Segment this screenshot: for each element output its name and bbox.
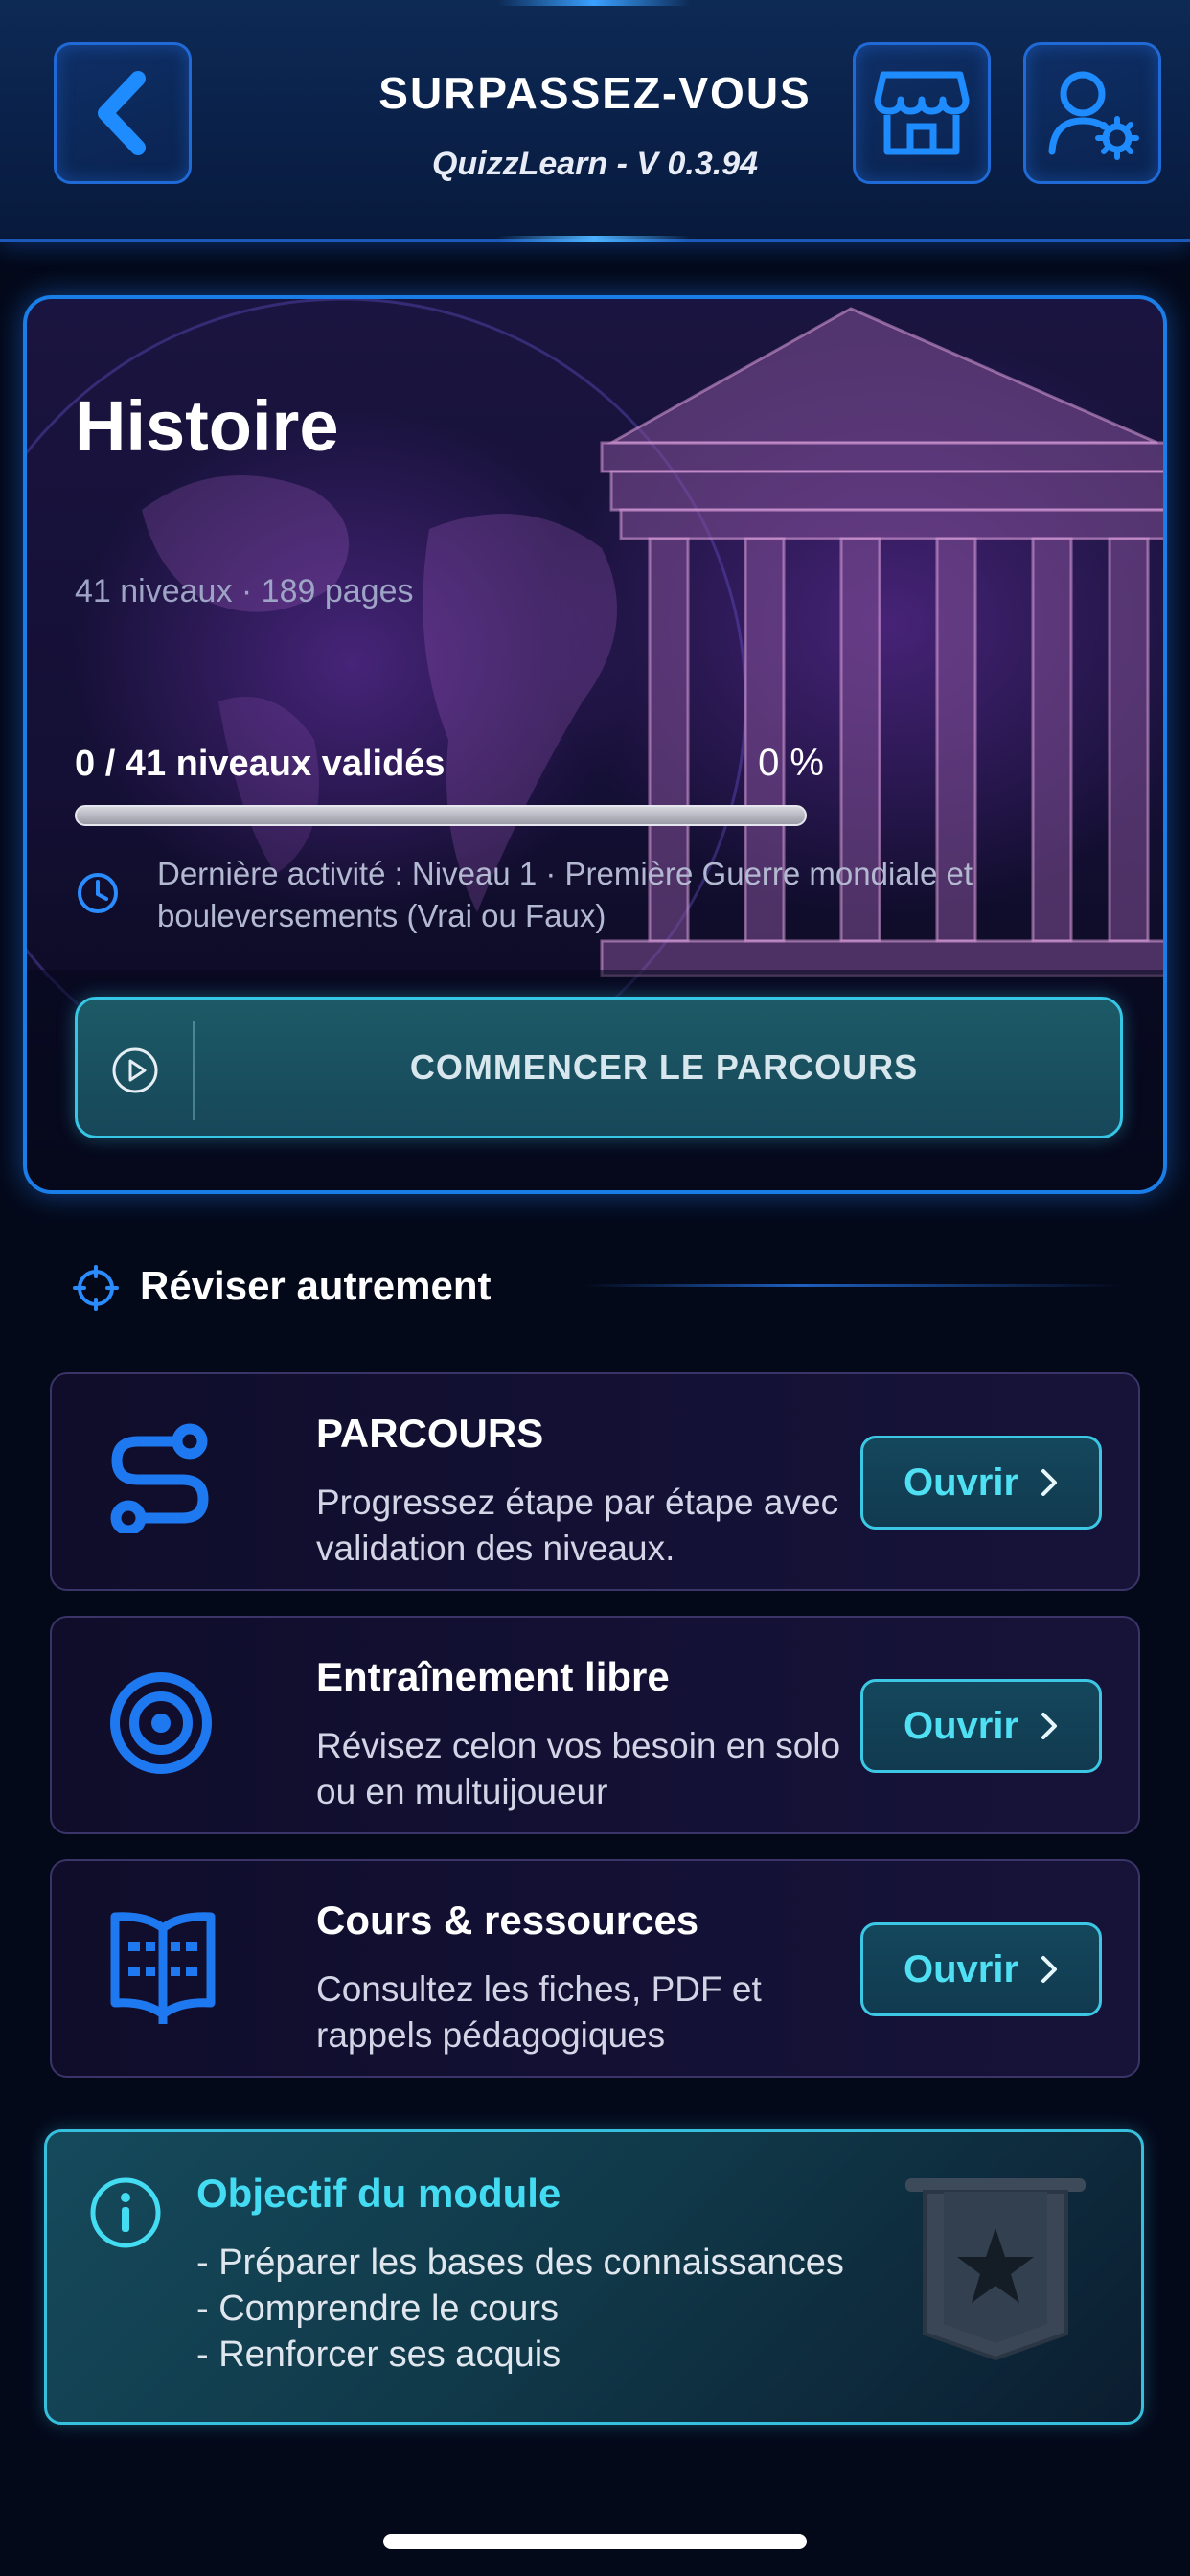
open-button-label: Ouvrir [903, 1704, 1019, 1747]
subject-title: Histoire [75, 386, 339, 466]
progress-bar [75, 805, 807, 826]
feature-row-resources: Cours & ressources Consultez les fiches,… [50, 1859, 1140, 2078]
profile-settings-button[interactable] [1023, 42, 1161, 184]
objective-title: Objectif du module [196, 2171, 561, 2216]
user-settings-icon [1048, 71, 1139, 160]
progress-percent: 0 % [758, 742, 824, 784]
back-button[interactable] [54, 42, 192, 184]
feature-row-parcours: PARCOURS Progressez étape par étape avec… [50, 1372, 1140, 1591]
open-parcours-button[interactable]: Ouvrir [860, 1436, 1102, 1530]
app-title: SURPASSEZ-VOUS [378, 68, 812, 118]
start-path-button[interactable]: COMMENCER LE PARCOURS [75, 997, 1123, 1138]
feature-description: Progressez étape par étape avec validati… [316, 1483, 839, 1568]
open-resources-button[interactable]: Ouvrir [860, 1922, 1102, 2016]
section-divider [584, 1284, 1121, 1287]
subject-stats: 41 niveaux · 189 pages [75, 573, 414, 610]
open-training-button[interactable]: Ouvrir [860, 1679, 1102, 1773]
home-indicator [383, 2534, 807, 2549]
chevron-left-icon [98, 71, 146, 155]
progress-label: 0 / 41 niveaux validés [75, 744, 446, 784]
objective-list: - Préparer les bases des connaissances -… [196, 2240, 844, 2378]
feature-description: Révisez celon vos besoin en solo ou en m… [316, 1726, 841, 1811]
play-circle-icon [112, 1047, 158, 1093]
feature-description: Consultez les fiches, PDF et rappels péd… [316, 1969, 762, 2055]
objective-item: - Comprendre le cours [196, 2288, 560, 2329]
clock-icon [78, 873, 118, 913]
chevron-right-icon [1041, 1956, 1058, 1983]
feature-title: PARCOURS [316, 1411, 544, 1456]
section-title: Réviser autrement [140, 1263, 492, 1308]
chevron-right-icon [1041, 1469, 1058, 1496]
route-icon [110, 1423, 209, 1533]
open-book-icon [110, 1912, 216, 2024]
open-button-label: Ouvrir [903, 1460, 1019, 1504]
button-divider [193, 1021, 195, 1120]
open-button-label: Ouvrir [903, 1947, 1019, 1990]
objective-item: - Préparer les bases des connaissances [196, 2242, 844, 2283]
last-activity-text: Dernière activité : Niveau 1 · Première … [157, 856, 973, 933]
objective-item: - Renforcer ses acquis [196, 2334, 561, 2375]
feature-row-free-training: Entraînement libre Révisez celon vos bes… [50, 1616, 1140, 1834]
start-path-label: COMMENCER LE PARCOURS [409, 1047, 919, 1087]
app-version: QuizzLearn - V 0.3.94 [431, 146, 759, 182]
crosshair-icon [73, 1265, 119, 1311]
info-icon [90, 2177, 161, 2248]
feature-title: Entraînement libre [316, 1654, 670, 1699]
feature-title: Cours & ressources [316, 1898, 699, 1943]
top-bar: SURPASSEZ-VOUS QuizzLearn - V 0.3.94 [0, 0, 1190, 242]
subject-hero-card: Histoire 41 niveaux · 189 pages 0 / 41 n… [23, 295, 1167, 1194]
target-icon [110, 1672, 212, 1774]
shop-button[interactable] [853, 42, 991, 184]
store-icon [874, 71, 970, 155]
module-objective-card: Objectif du module - Préparer les bases … [44, 2129, 1144, 2425]
star-banner-icon [905, 2178, 1086, 2361]
chevron-right-icon [1041, 1713, 1058, 1739]
